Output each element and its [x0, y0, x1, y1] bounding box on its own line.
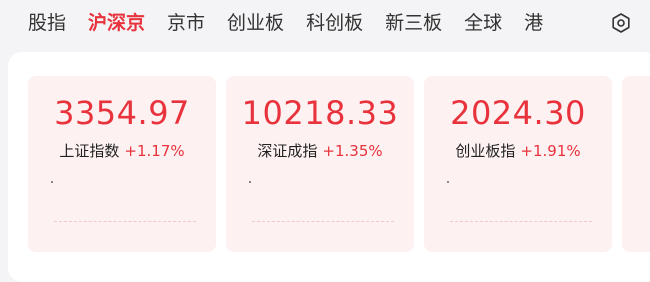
baseline-divider	[252, 221, 394, 222]
index-card-partial[interactable]	[622, 76, 650, 252]
tab-shanghai-shenzhen-beijing[interactable]: 沪深京	[88, 0, 145, 46]
index-card-shanghai[interactable]: 3354.97 上证指数 +1.17%	[28, 76, 216, 252]
market-tab-bar: 股指 沪深京 京市 创业板 科创板 新三板 全球 港	[0, 0, 650, 46]
tab-fade-overlay	[572, 0, 610, 46]
index-info: 创业板指 +1.91%	[424, 140, 612, 161]
tab-global[interactable]: 全球	[464, 0, 502, 46]
index-card-chinext[interactable]: 2024.30 创业板指 +1.91%	[424, 76, 612, 252]
sparkline-placeholder	[249, 181, 251, 183]
tab-star-market[interactable]: 科创板	[306, 0, 363, 46]
tab-chinext[interactable]: 创业板	[227, 0, 284, 46]
sparkline-placeholder	[51, 181, 53, 183]
index-value: 3354.97	[54, 94, 190, 132]
tab-stock-index[interactable]: 股指	[28, 0, 66, 46]
index-info: 深证成指 +1.35%	[226, 140, 414, 161]
sparkline-placeholder	[447, 181, 449, 183]
index-name: 创业板指	[455, 142, 516, 160]
settings-button[interactable]	[606, 9, 636, 37]
index-value: 2024.30	[450, 94, 586, 132]
baseline-divider	[450, 221, 592, 222]
index-value: 10218.33	[241, 94, 399, 132]
tab-hong-kong[interactable]: 港	[524, 0, 543, 46]
index-change: +1.17%	[124, 142, 185, 160]
index-change: +1.35%	[322, 142, 383, 160]
tab-neeq[interactable]: 新三板	[385, 0, 442, 46]
baseline-divider	[54, 221, 196, 222]
index-name: 上证指数	[59, 142, 120, 160]
index-name: 深证成指	[257, 142, 318, 160]
index-change: +1.91%	[520, 142, 581, 160]
index-info: 上证指数 +1.17%	[28, 140, 216, 161]
index-card-shenzhen[interactable]: 10218.33 深证成指 +1.35%	[226, 76, 414, 252]
tab-beijing-market[interactable]: 京市	[167, 0, 205, 46]
settings-icon	[612, 13, 630, 33]
